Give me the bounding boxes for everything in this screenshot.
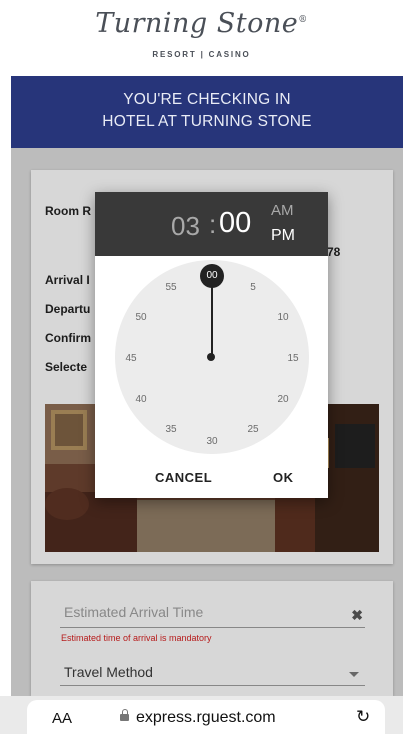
dial-minute-15[interactable]: 15 bbox=[281, 351, 305, 367]
url-text[interactable]: express.rguest.com bbox=[136, 709, 276, 727]
picker-am[interactable]: AM bbox=[271, 202, 294, 219]
dial-minute-45[interactable]: 45 bbox=[119, 351, 143, 367]
dial-minute-55[interactable]: 55 bbox=[159, 280, 183, 296]
dial-minute-35[interactable]: 35 bbox=[159, 422, 183, 438]
picker-minute[interactable]: 00 bbox=[219, 207, 251, 240]
brand-tagline: RESORT | CASINO bbox=[152, 50, 251, 59]
brand-reg-mark: ® bbox=[298, 15, 308, 25]
brand-logo: Turning Stone® RESORT | CASINO bbox=[0, 0, 403, 78]
address-bar[interactable]: AA express.rguest.com ↻ bbox=[27, 700, 385, 734]
dial-selected-minute[interactable]: 00 bbox=[200, 264, 224, 288]
picker-hour[interactable]: 03 bbox=[171, 211, 200, 242]
dial-minute-20[interactable]: 20 bbox=[271, 392, 295, 408]
dial-minute-40[interactable]: 40 bbox=[129, 392, 153, 408]
minute-dial[interactable]: 00 5 10 15 20 25 30 35 40 45 50 55 bbox=[115, 260, 309, 454]
banner-line-2: HOTEL AT TURNING STONE bbox=[102, 113, 312, 130]
time-picker-dialog: 03 : 00 AM PM 00 5 10 15 20 25 30 35 40 … bbox=[95, 192, 328, 498]
dial-minute-10[interactable]: 10 bbox=[271, 310, 295, 326]
browser-bar: AA express.rguest.com ↻ bbox=[0, 696, 403, 734]
dial-minute-25[interactable]: 25 bbox=[241, 422, 265, 438]
cancel-button[interactable]: CANCEL bbox=[155, 470, 212, 485]
picker-pm[interactable]: PM bbox=[271, 227, 295, 245]
dial-minute-30[interactable]: 30 bbox=[200, 434, 224, 450]
dial-minute-50[interactable]: 50 bbox=[129, 310, 153, 326]
ok-button[interactable]: OK bbox=[273, 470, 294, 485]
dial-hand bbox=[211, 278, 213, 358]
text-size-button[interactable]: AA bbox=[52, 710, 72, 727]
time-picker-header: 03 : 00 AM PM bbox=[95, 192, 328, 256]
dial-minute-5[interactable]: 5 bbox=[241, 280, 265, 296]
picker-separator: : bbox=[209, 209, 217, 239]
reload-icon[interactable]: ↻ bbox=[356, 707, 370, 727]
brand-name: Turning Stone bbox=[95, 8, 299, 39]
lock-icon bbox=[120, 709, 129, 721]
banner-line-1: YOU'RE CHECKING IN bbox=[123, 91, 291, 108]
checkin-banner: YOU'RE CHECKING IN HOTEL AT TURNING STON… bbox=[11, 76, 403, 148]
dial-center bbox=[207, 353, 215, 361]
